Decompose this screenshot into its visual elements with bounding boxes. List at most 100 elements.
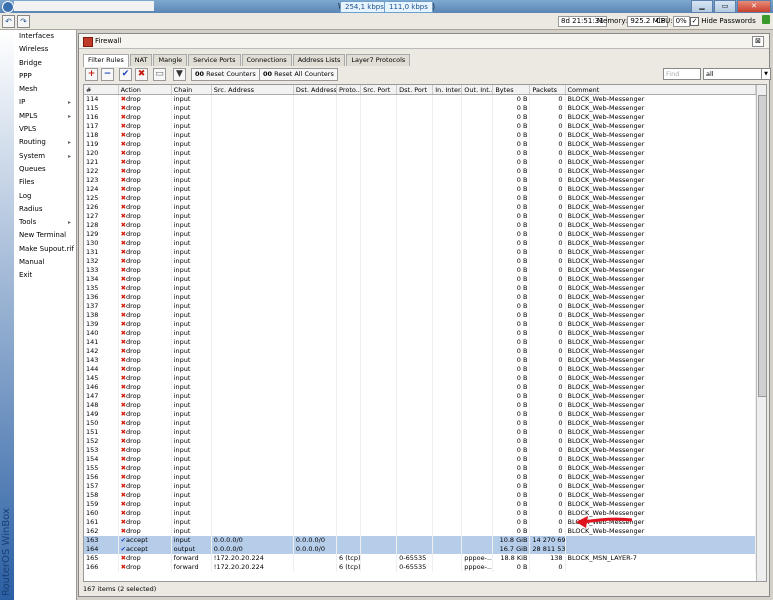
comment-icon[interactable]: ▭ — [153, 68, 166, 81]
column-header[interactable]: Proto... — [336, 85, 362, 95]
table-row[interactable]: 164 ✔accept output 0.0.0.0/0 0.0.0.0/0 16.7 G… — [84, 545, 756, 554]
enable-icon[interactable]: ✔ — [119, 68, 132, 81]
sidebar-item-tools[interactable]: Tools ▸ — [14, 216, 76, 229]
sidebar-item-radius[interactable]: Radius — [14, 203, 76, 216]
table-row[interactable]: 150 ✖drop input 0 B 0 BLOCK_Web-Messenger — [84, 419, 756, 428]
sidebar-item-manual[interactable]: Manual — [14, 256, 76, 269]
sidebar-item-system[interactable]: System ▸ — [14, 150, 76, 163]
table-row[interactable]: 136 ✖drop input 0 B 0 BLOCK_Web-Messenger — [84, 293, 756, 302]
filter-select[interactable]: all ▼ — [703, 68, 771, 80]
undo-icon[interactable]: ↶ — [2, 15, 15, 28]
sidebar-item-vpls[interactable]: VPLS — [14, 123, 76, 136]
column-header[interactable]: Bytes — [492, 85, 531, 95]
scrollbar-thumb[interactable] — [758, 95, 766, 397]
table-row[interactable]: 163 ✔accept input 0.0.0.0/0 0.0.0.0/0 10.8 Gi… — [84, 536, 756, 545]
tab-filter-rules[interactable]: Filter Rules — [83, 54, 129, 67]
table-row[interactable]: 154 ✖drop input 0 B 0 BLOCK_Web-Messenger — [84, 455, 756, 464]
column-header[interactable]: Chain — [171, 85, 212, 95]
column-header[interactable]: Src. Address — [211, 85, 294, 95]
sidebar-item-ip[interactable]: IP ▸ — [14, 96, 76, 109]
table-row[interactable]: 126 ✖drop input 0 B 0 BLOCK_Web-Messenger — [84, 203, 756, 212]
table-row[interactable]: 161 ✖drop input 0 B 0 BLOCK_Web-Messenger — [84, 518, 756, 527]
table-row[interactable]: 162 ✖drop input 0 B 0 BLOCK_Web-Messenger — [84, 527, 756, 536]
table-row[interactable]: 120 ✖drop input 0 B 0 BLOCK_Web-Messenger — [84, 149, 756, 158]
minimize-button[interactable]: ▁ — [691, 0, 713, 13]
close-button[interactable]: ✕ — [737, 0, 771, 13]
chevron-down-icon[interactable]: ▼ — [761, 69, 770, 79]
table-row[interactable]: 165 ✖drop forward !172.20.20.224 6 (tcp) 0-65… — [84, 554, 756, 563]
table-row[interactable]: 166 ✖drop forward !172.20.20.224 6 (tcp) 0-65… — [84, 563, 756, 572]
table-row[interactable]: 119 ✖drop input 0 B 0 BLOCK_Web-Messenger — [84, 140, 756, 149]
table-row[interactable]: 135 ✖drop input 0 B 0 BLOCK_Web-Messenger — [84, 284, 756, 293]
table-row[interactable]: 160 ✖drop input 0 B 0 BLOCK_Web-Messenger — [84, 509, 756, 518]
tab-layer7-protocols[interactable]: Layer7 Protocols — [346, 54, 411, 66]
table-row[interactable]: 152 ✖drop input 0 B 0 BLOCK_Web-Messenger — [84, 437, 756, 446]
add-icon[interactable]: + — [85, 68, 98, 81]
table-row[interactable]: 156 ✖drop input 0 B 0 BLOCK_Web-Messenger — [84, 473, 756, 482]
filter-icon[interactable]: ▼ — [173, 68, 186, 81]
table-row[interactable]: 123 ✖drop input 0 B 0 BLOCK_Web-Messenger — [84, 176, 756, 185]
column-header[interactable]: # — [84, 85, 119, 95]
table-row[interactable]: 125 ✖drop input 0 B 0 BLOCK_Web-Messenger — [84, 194, 756, 203]
table-row[interactable]: 129 ✖drop input 0 B 0 BLOCK_Web-Messenger — [84, 230, 756, 239]
table-row[interactable]: 133 ✖drop input 0 B 0 BLOCK_Web-Messenger — [84, 266, 756, 275]
table-row[interactable]: 149 ✖drop input 0 B 0 BLOCK_Web-Messenger — [84, 410, 756, 419]
table-row[interactable]: 158 ✖drop input 0 B 0 BLOCK_Web-Messenger — [84, 491, 756, 500]
table-row[interactable]: 151 ✖drop input 0 B 0 BLOCK_Web-Messenger — [84, 428, 756, 437]
column-header[interactable]: Dst. Address — [293, 85, 338, 95]
firewall-close-button[interactable]: ⊠ — [752, 36, 764, 47]
table-row[interactable]: 140 ✖drop input 0 B 0 BLOCK_Web-Messenger — [84, 329, 756, 338]
column-header[interactable]: Action — [118, 85, 172, 95]
table-row[interactable]: 147 ✖drop input 0 B 0 BLOCK_Web-Messenger — [84, 392, 756, 401]
sidebar-item-make-supout-rif[interactable]: Make Supout.rif — [14, 243, 76, 256]
sidebar-item-ppp[interactable]: PPP — [14, 70, 76, 83]
sidebar-item-routing[interactable]: Routing ▸ — [14, 136, 76, 149]
sidebar-item-queues[interactable]: Queues — [14, 163, 76, 176]
column-header[interactable]: In. Inter... — [432, 85, 463, 95]
disable-icon[interactable]: ✖ — [135, 68, 148, 81]
table-row[interactable]: 146 ✖drop input 0 B 0 BLOCK_Web-Messenger — [84, 383, 756, 392]
table-row[interactable]: 121 ✖drop input 0 B 0 BLOCK_Web-Messenger — [84, 158, 756, 167]
column-header[interactable]: Src. Port — [360, 85, 398, 95]
tab-nat[interactable]: NAT — [129, 54, 153, 66]
column-header[interactable]: Dst. Port — [396, 85, 434, 95]
sidebar-item-files[interactable]: Files — [14, 176, 76, 189]
sidebar-item-mesh[interactable]: Mesh — [14, 83, 76, 96]
tab-connections[interactable]: Connections — [241, 54, 292, 66]
table-row[interactable]: 142 ✖drop input 0 B 0 BLOCK_Web-Messenger — [84, 347, 756, 356]
sidebar-item-log[interactable]: Log — [14, 190, 76, 203]
table-row[interactable]: 130 ✖drop input 0 B 0 BLOCK_Web-Messenger — [84, 239, 756, 248]
table-row[interactable]: 131 ✖drop input 0 B 0 BLOCK_Web-Messenger — [84, 248, 756, 257]
table-row[interactable]: 122 ✖drop input 0 B 0 BLOCK_Web-Messenger — [84, 167, 756, 176]
sidebar-item-bridge[interactable]: Bridge — [14, 57, 76, 70]
table-row[interactable]: 117 ✖drop input 0 B 0 BLOCK_Web-Messenger — [84, 122, 756, 131]
redo-icon[interactable]: ↷ — [17, 15, 30, 28]
column-header[interactable]: Comment — [565, 85, 756, 95]
table-row[interactable]: 157 ✖drop input 0 B 0 BLOCK_Web-Messenger — [84, 482, 756, 491]
tab-mangle[interactable]: Mangle — [153, 54, 188, 66]
sidebar-item-interfaces[interactable]: Interfaces — [14, 30, 76, 43]
table-row[interactable]: 155 ✖drop input 0 B 0 BLOCK_Web-Messenger — [84, 464, 756, 473]
table-row[interactable]: 116 ✖drop input 0 B 0 BLOCK_Web-Messenger — [84, 113, 756, 122]
table-row[interactable]: 115 ✖drop input 0 B 0 BLOCK_Web-Messenger — [84, 104, 756, 113]
table-row[interactable]: 153 ✖drop input 0 B 0 BLOCK_Web-Messenger — [84, 446, 756, 455]
reset-counters-button[interactable]: 00 Reset Counters — [191, 68, 260, 81]
sidebar-item-exit[interactable]: Exit — [14, 269, 76, 282]
hide-passwords-checkbox[interactable]: ✓ Hide Passwords — [690, 16, 756, 26]
reset-all-counters-button[interactable]: 00 Reset All Counters — [259, 68, 338, 81]
table-row[interactable]: 134 ✖drop input 0 B 0 BLOCK_Web-Messenger — [84, 275, 756, 284]
remove-icon[interactable]: − — [101, 68, 114, 81]
maximize-button[interactable]: ▭ — [714, 0, 736, 13]
table-row[interactable]: 137 ✖drop input 0 B 0 BLOCK_Web-Messenger — [84, 302, 756, 311]
table-row[interactable]: 145 ✖drop input 0 B 0 BLOCK_Web-Messenger — [84, 374, 756, 383]
table-row[interactable]: 118 ✖drop input 0 B 0 BLOCK_Web-Messenger — [84, 131, 756, 140]
table-row[interactable]: 139 ✖drop input 0 B 0 BLOCK_Web-Messenger — [84, 320, 756, 329]
table-row[interactable]: 124 ✖drop input 0 B 0 BLOCK_Web-Messenger — [84, 185, 756, 194]
vertical-scrollbar[interactable] — [756, 85, 766, 581]
sidebar-item-wireless[interactable]: Wireless — [14, 43, 76, 56]
column-header[interactable]: Packets — [529, 85, 566, 95]
column-header[interactable]: Out. Int... — [461, 85, 494, 95]
table-row[interactable]: 132 ✖drop input 0 B 0 BLOCK_Web-Messenger — [84, 257, 756, 266]
table-row[interactable]: 159 ✖drop input 0 B 0 BLOCK_Web-Messenger — [84, 500, 756, 509]
table-row[interactable]: 143 ✖drop input 0 B 0 BLOCK_Web-Messenger — [84, 356, 756, 365]
